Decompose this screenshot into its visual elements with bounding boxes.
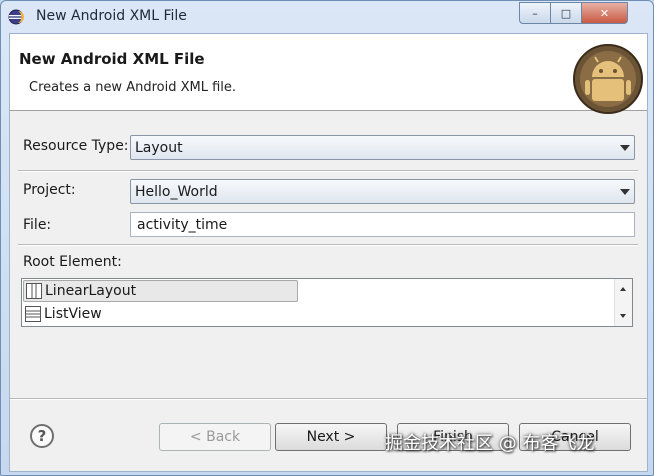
minimize-button[interactable]: – <box>519 2 551 24</box>
dialog-window: New Android XML File – □ ✕ New Android X… <box>0 0 654 476</box>
file-name-input[interactable]: activity_time <box>130 212 635 237</box>
close-button[interactable]: ✕ <box>581 2 628 24</box>
project-label: Project: <box>23 182 76 198</box>
scroll-up-icon[interactable] <box>620 287 626 291</box>
chevron-down-icon <box>620 145 630 151</box>
resource-type-select[interactable]: Layout <box>130 135 635 160</box>
maximize-button[interactable]: □ <box>550 2 582 24</box>
wizard-header: New Android XML File Creates a new Andro… <box>10 34 647 114</box>
help-button[interactable]: ? <box>30 424 54 448</box>
project-select[interactable]: Hello_World <box>130 179 635 204</box>
resource-type-label: Resource Type: <box>23 138 129 154</box>
wizard-description: Creates a new Android XML file. <box>29 80 237 95</box>
file-name-value: activity_time <box>137 217 228 233</box>
root-element-list[interactable]: LinearLayout ListView <box>21 278 633 327</box>
wizard-title: New Android XML File <box>19 50 205 68</box>
separator <box>18 244 638 246</box>
root-element-label: Root Element: <box>23 254 122 270</box>
list-item[interactable]: ListView <box>23 303 102 325</box>
list-item-label: ListView <box>44 306 102 322</box>
watermark-text: 掘金技术社区 @ 布客飞龙 <box>385 433 595 454</box>
vertical-scrollbar[interactable] <box>614 279 632 326</box>
separator <box>18 170 638 172</box>
android-logo-icon <box>573 44 643 114</box>
list-view-icon <box>25 306 41 322</box>
footer-separator <box>10 398 647 400</box>
file-label: File: <box>23 217 52 233</box>
project-value: Hello_World <box>135 184 218 200</box>
resource-type-value: Layout <box>135 140 183 156</box>
back-button[interactable]: < Back <box>159 423 271 451</box>
next-button[interactable]: Next > <box>275 423 387 451</box>
list-item-label: LinearLayout <box>45 283 137 299</box>
eclipse-app-icon <box>8 9 24 25</box>
list-item[interactable]: LinearLayout <box>23 280 298 302</box>
linear-layout-icon <box>26 283 42 299</box>
title-bar[interactable]: New Android XML File – □ ✕ <box>1 1 653 33</box>
window-title: New Android XML File <box>36 8 187 24</box>
scroll-down-icon[interactable] <box>620 314 626 318</box>
chevron-down-icon <box>620 189 630 195</box>
dialog-client-area: New Android XML File Creates a new Andro… <box>9 33 648 472</box>
